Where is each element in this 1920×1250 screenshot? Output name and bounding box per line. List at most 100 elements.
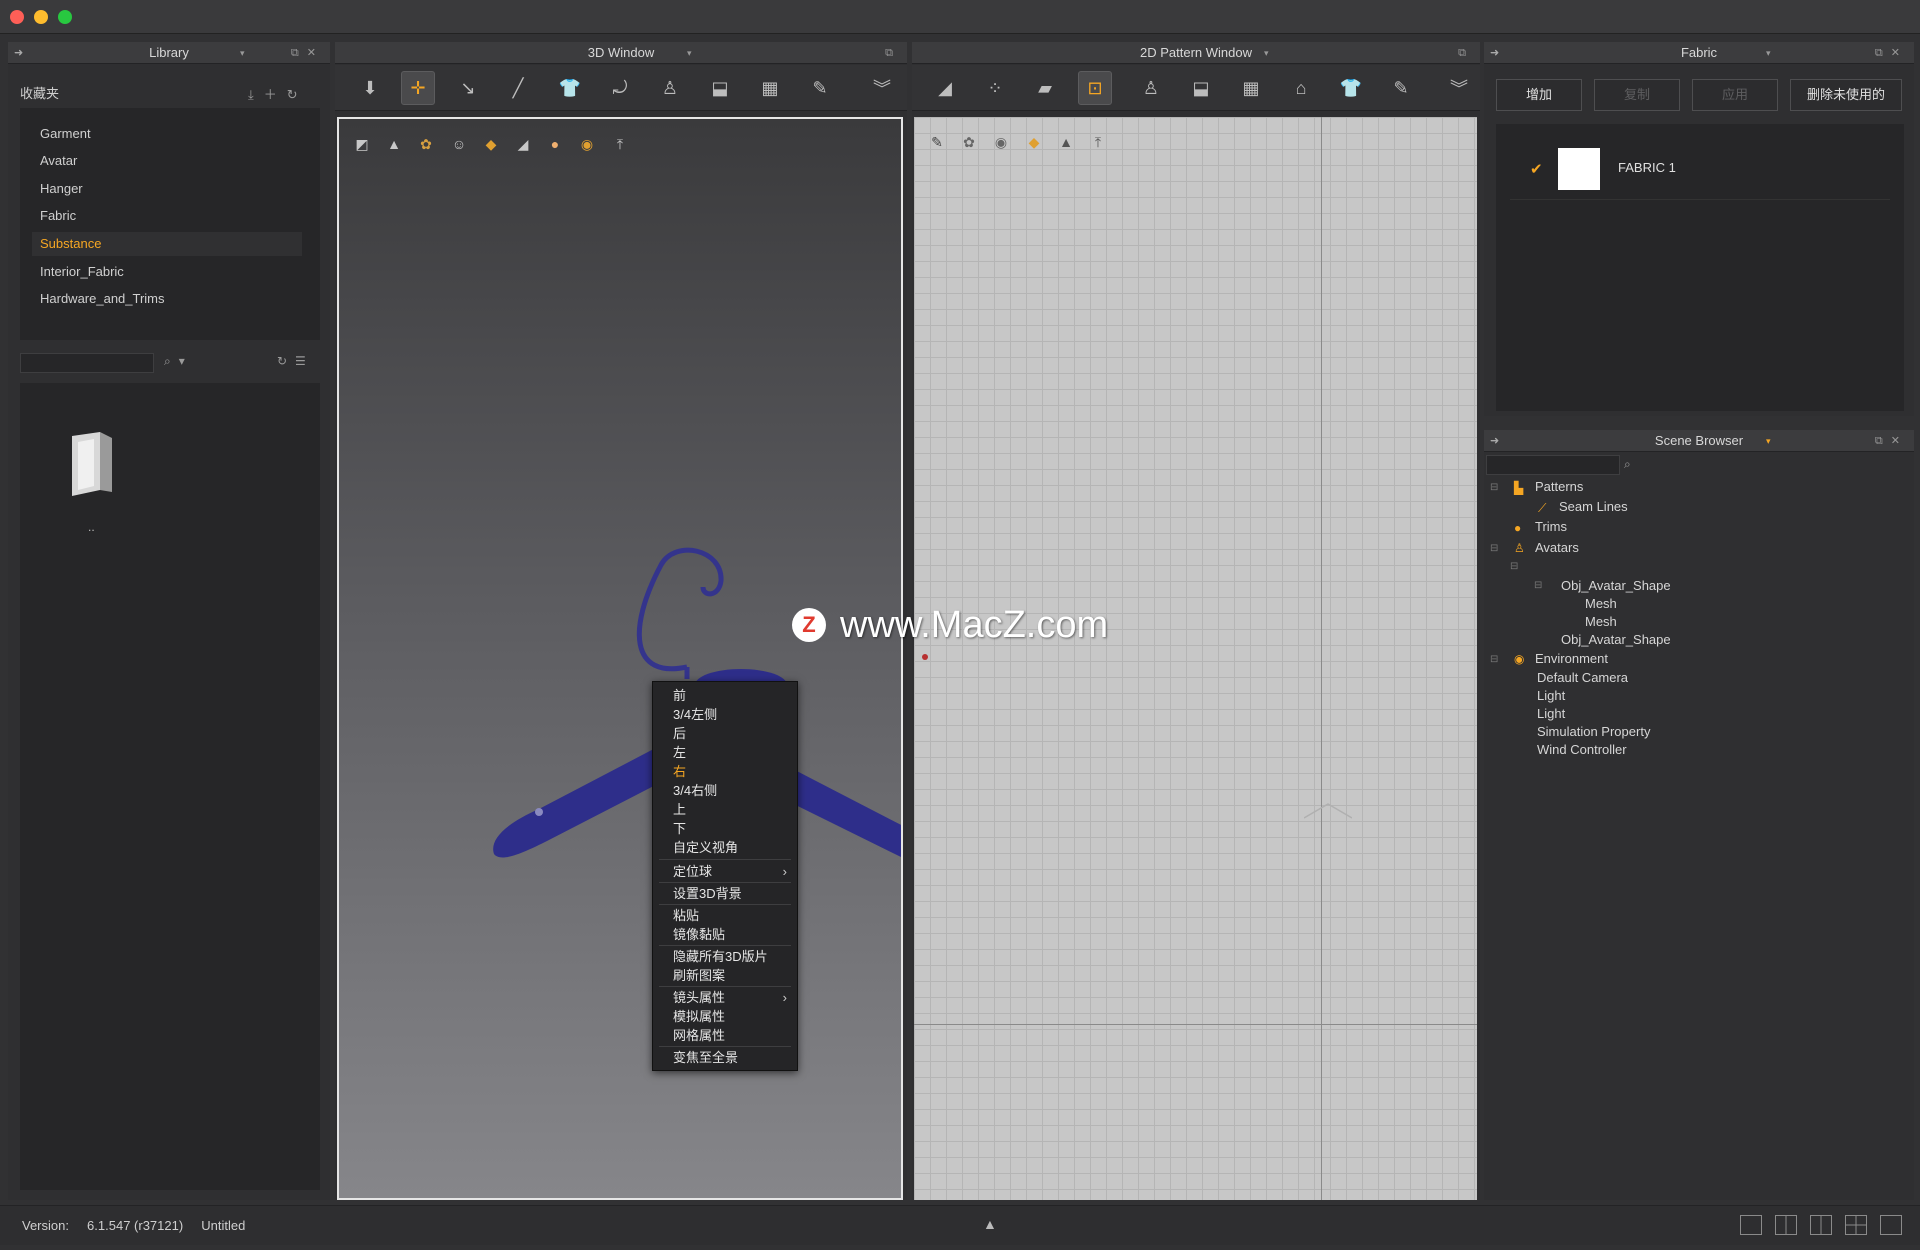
seam-tool-icon[interactable]: ♙	[1134, 71, 1168, 105]
edit-point-tool-icon[interactable]: ⁘	[978, 71, 1012, 105]
dropdown-icon[interactable]: ▾	[240, 42, 245, 64]
polygon-tool-icon[interactable]: ▰	[1028, 71, 1062, 105]
pin-icon[interactable]: ➜	[1490, 430, 1499, 452]
pin-icon[interactable]: ➜	[1490, 42, 1499, 64]
tree-item-patterns[interactable]: Patterns	[1535, 479, 1583, 494]
menu-item-back[interactable]: 后	[653, 724, 797, 743]
tree-item-seam-lines[interactable]: Seam Lines	[1559, 499, 1628, 514]
library-search-input[interactable]	[20, 353, 154, 373]
2d-pattern-viewport[interactable]: ✎ ✿ ◉ ◆ ▲ ⤒	[914, 117, 1477, 1200]
minimize-window-button[interactable]	[34, 10, 48, 24]
texture-view-icon[interactable]: ✿	[958, 131, 980, 153]
fold-tool-icon[interactable]: ⤾	[603, 71, 637, 105]
arrange-tool-icon[interactable]: ⬓	[703, 71, 737, 105]
brush-tool-icon[interactable]: ✎	[803, 71, 837, 105]
hanger-model[interactable]	[339, 119, 903, 1200]
library-item-garment[interactable]: Garment	[32, 122, 302, 146]
panel-controls[interactable]: ⧉✕	[291, 42, 324, 64]
delete-unused-button[interactable]: 删除未使用的	[1790, 79, 1902, 111]
copy-fabric-button[interactable]: 复制	[1594, 79, 1680, 111]
3d-viewport[interactable]: ◩ ▲ ✿ ☺ ◆ ◢ ● ◉ ⤒	[337, 117, 903, 1200]
tree-item-light[interactable]: Light	[1537, 688, 1565, 703]
fabric-view-icon[interactable]: ◆	[1023, 131, 1045, 153]
collapse-icon[interactable]: ⊟	[1510, 561, 1518, 572]
scene-search-input[interactable]	[1486, 455, 1620, 475]
menu-item-3-4-left[interactable]: 3/4左侧	[653, 705, 797, 724]
layout-custom-icon[interactable]	[1880, 1215, 1902, 1235]
tree-item-obj-avatar-shape[interactable]: Obj_Avatar_Shape	[1561, 632, 1671, 647]
pin-icon[interactable]: ➜	[14, 42, 23, 64]
pattern-view-icon[interactable]: ✎	[926, 131, 948, 153]
library-item-hardware-trims[interactable]: Hardware_and_Trims	[32, 287, 302, 311]
search-filter-icons[interactable]: ⌕▾	[164, 354, 193, 369]
panel-controls[interactable]: ⧉✕	[1875, 42, 1908, 64]
apply-fabric-button[interactable]: 应用	[1692, 79, 1778, 111]
export-view-icon[interactable]: ⤒	[1087, 131, 1109, 153]
select-move-tool-icon[interactable]: ⬇	[353, 71, 387, 105]
menu-item-hide-all-3d-patterns[interactable]: 隐藏所有3D版片	[653, 947, 797, 966]
menu-item-simulation-property[interactable]: 模拟属性	[653, 1007, 797, 1026]
folder-icon[interactable]	[70, 432, 114, 498]
tree-item-mesh[interactable]: Mesh	[1585, 614, 1617, 629]
tree-item-mesh[interactable]: Mesh	[1585, 596, 1617, 611]
panel-controls[interactable]: ⧉	[1458, 42, 1474, 64]
layout-single-icon[interactable]	[1740, 1215, 1762, 1235]
expand-up-icon[interactable]: ▲	[983, 1216, 997, 1232]
tree-item-default-camera[interactable]: Default Camera	[1537, 670, 1628, 685]
pin-pattern-tool-icon[interactable]: ✎	[1384, 71, 1418, 105]
menu-item-bottom[interactable]: 下	[653, 819, 797, 838]
menu-item-left[interactable]: 左	[653, 743, 797, 762]
menu-item-set-3d-background[interactable]: 设置3D背景	[653, 884, 797, 903]
grid-pattern-tool-icon[interactable]: ▦	[1234, 71, 1268, 105]
garment-pattern-tool-icon[interactable]: 👕	[1334, 71, 1368, 105]
layout-three-icon[interactable]	[1810, 1215, 1832, 1235]
dropdown-icon[interactable]: ▾	[687, 42, 692, 64]
tree-item-wind-controller[interactable]: Wind Controller	[1537, 742, 1627, 757]
tree-item-light[interactable]: Light	[1537, 706, 1565, 721]
menu-item-zoom-to-fit[interactable]: 变焦至全景	[653, 1048, 797, 1067]
dropdown-icon[interactable]: ▾	[1766, 430, 1771, 452]
dropdown-icon[interactable]: ▾	[1264, 42, 1269, 64]
menu-item-refresh-pattern[interactable]: 刷新图案	[653, 966, 797, 985]
search-icon[interactable]: ⌕	[1624, 457, 1631, 472]
transform-tool-icon[interactable]: ✛	[401, 71, 435, 105]
avatar-tool-icon[interactable]: ♙	[653, 71, 687, 105]
dropdown-icon[interactable]: ▾	[1766, 42, 1771, 64]
info-view-icon[interactable]: ◉	[990, 131, 1012, 153]
toolbar-more-icon[interactable]: ︾	[1442, 71, 1476, 105]
grid-tool-icon[interactable]: ▦	[753, 71, 787, 105]
menu-item-mesh-property[interactable]: 网格属性	[653, 1026, 797, 1045]
menu-item-camera-property[interactable]: 镜头属性 ›	[653, 988, 797, 1007]
refresh-list-icons[interactable]: ↻☰	[277, 354, 314, 368]
menu-item-3-4-right[interactable]: 3/4右侧	[653, 781, 797, 800]
add-fabric-button[interactable]: 增加	[1496, 79, 1582, 111]
panel-controls[interactable]: ⧉	[885, 42, 901, 64]
panel-controls[interactable]: ⧉✕	[1875, 430, 1908, 452]
collapse-icon[interactable]: ⊟	[1490, 654, 1498, 665]
tree-item-trims[interactable]: Trims	[1535, 519, 1567, 534]
library-item-avatar[interactable]: Avatar	[32, 149, 302, 173]
menu-item-custom-view[interactable]: 自定义视角	[653, 838, 797, 857]
library-item-interior-fabric[interactable]: Interior_Fabric	[32, 260, 302, 284]
menu-item-front[interactable]: 前	[653, 686, 797, 705]
tree-item-simulation-property[interactable]: Simulation Property	[1537, 724, 1650, 739]
collapse-icon[interactable]: ⊟	[1534, 580, 1542, 591]
menu-item-gizmo[interactable]: 定位球 ›	[653, 862, 797, 881]
garment-tool-icon[interactable]: 👕	[553, 71, 587, 105]
collapse-icon[interactable]: ⊟	[1490, 543, 1498, 554]
garment-view-icon[interactable]: ▲	[1055, 131, 1077, 153]
collapse-icon[interactable]: ⊟	[1490, 482, 1498, 493]
fabric-item[interactable]: ✔ FABRIC 1	[1510, 144, 1890, 200]
layout-quad-icon[interactable]	[1845, 1215, 1867, 1235]
arrange-pattern-tool-icon[interactable]: ⬓	[1184, 71, 1218, 105]
tree-item-avatars[interactable]: Avatars	[1535, 540, 1579, 555]
edit-pattern-tool-icon[interactable]: ◢	[928, 71, 962, 105]
press-tool-icon[interactable]: ⌂	[1284, 71, 1318, 105]
menu-item-right[interactable]: 右	[653, 762, 797, 781]
library-item-hanger[interactable]: Hanger	[32, 177, 302, 201]
tree-item-environment[interactable]: Environment	[1535, 651, 1608, 666]
menu-item-top[interactable]: 上	[653, 800, 797, 819]
zoom-window-button[interactable]	[58, 10, 72, 24]
layout-split-icon[interactable]	[1775, 1215, 1797, 1235]
menu-item-paste[interactable]: 粘贴	[653, 906, 797, 925]
